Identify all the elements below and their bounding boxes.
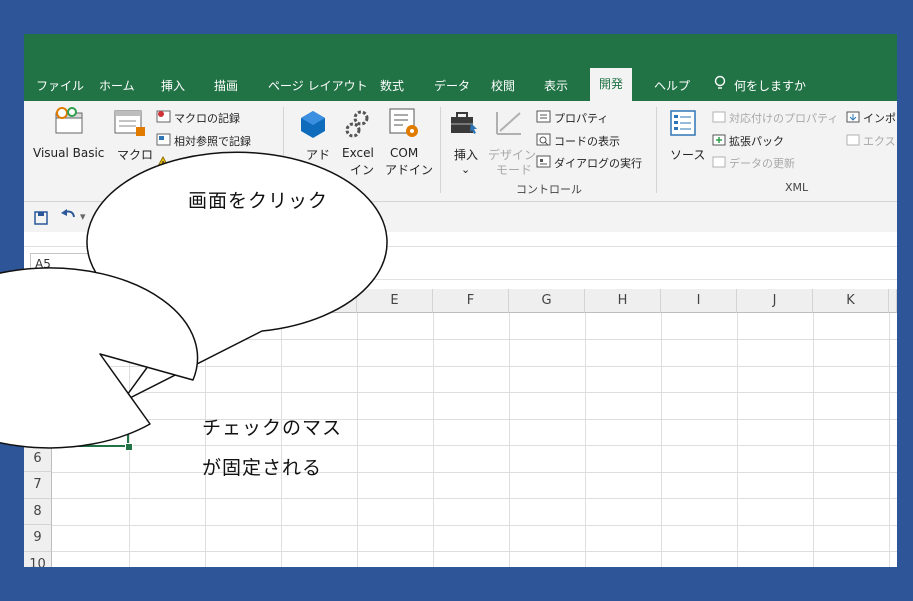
callout-bottom-text-line1: チェックのマス [202,417,343,439]
callout-bottom-text-line2: が固定される [202,457,323,479]
callout-layer [0,151,388,449]
callout-top-text: 画面をクリック [188,190,329,212]
